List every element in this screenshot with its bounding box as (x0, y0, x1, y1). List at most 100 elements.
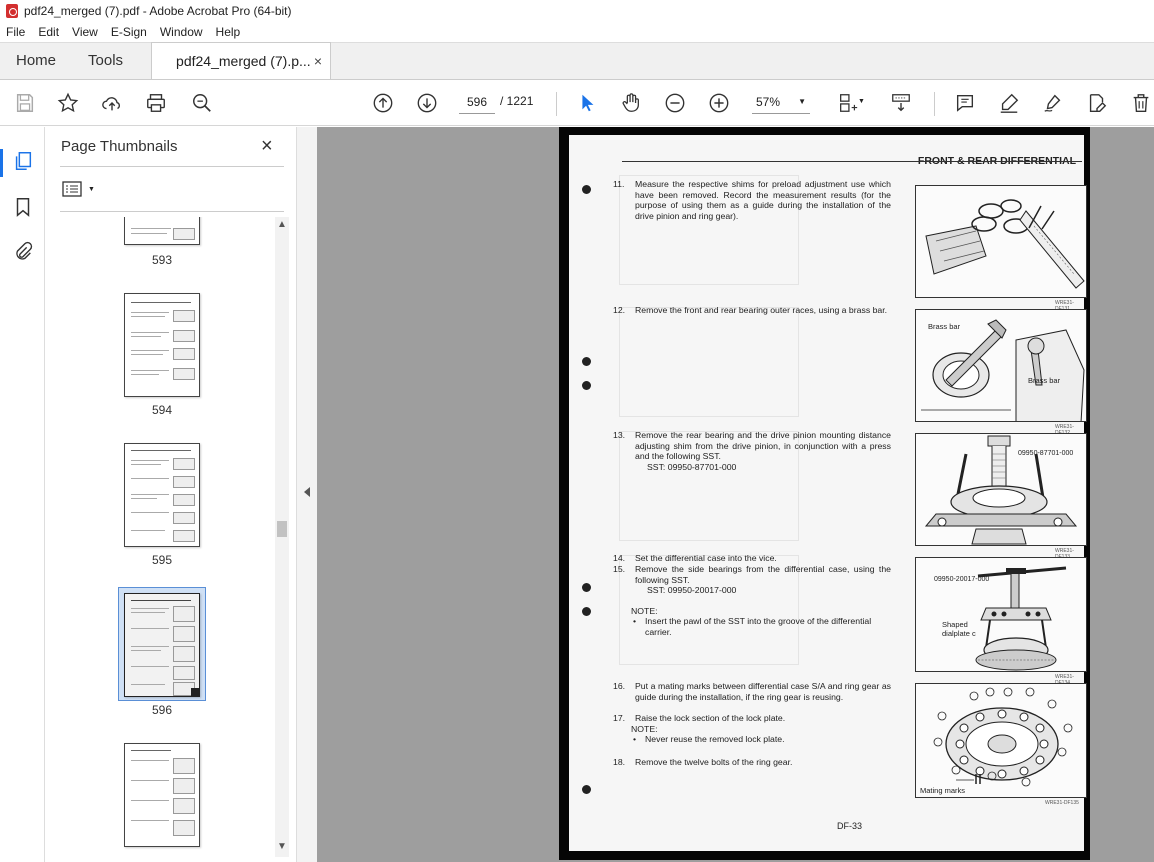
procedure-step: 13. Remove the rear bearing and the driv… (613, 430, 891, 472)
hand-tool-icon[interactable] (618, 90, 644, 116)
menu-edit[interactable]: Edit (38, 25, 59, 39)
figure-bearing-race-removal: Brass bar Brass bar (915, 309, 1087, 422)
page-display-chevron-icon[interactable]: ▼ (858, 98, 865, 105)
menu-esign[interactable]: E-Sign (111, 25, 147, 39)
figure-code: WRE31-DF135 (1045, 800, 1079, 806)
figure-label: Brass bar (928, 322, 961, 331)
comment-icon[interactable] (952, 90, 978, 116)
figure-ring-gear-bolts: Mating marks (915, 683, 1087, 798)
list-options-icon (62, 181, 82, 197)
thumbnails-scrollbar[interactable]: ▲ ▼ (275, 217, 289, 857)
binder-hole (582, 185, 591, 194)
figure-label: Shaped (942, 620, 968, 629)
procedure-step: 15. Remove the side bearings from the di… (613, 564, 891, 638)
window-titlebar: pdf24_merged (7).pdf - Adobe Acrobat Pro… (0, 0, 1154, 22)
page-total: / 1221 (500, 94, 534, 108)
thumbnail-label: 593 (151, 253, 173, 267)
figure-label: Brass bar (1028, 376, 1061, 385)
page-thumbnails-panel: Page Thumbnails × ▼ 593 594 595 596 ▲ ▼ (46, 127, 296, 862)
binder-hole (582, 381, 591, 390)
tab-tools[interactable]: Tools (72, 42, 139, 79)
figure-pinion-press: 09950-87701-000 (915, 433, 1087, 546)
panel-title: Page Thumbnails (61, 138, 178, 155)
menu-help[interactable]: Help (216, 25, 241, 39)
tab-bar: Home Tools pdf24_merged (7).p... × (0, 42, 1154, 80)
thumbnail-label: 595 (151, 553, 173, 567)
panel-divider (60, 166, 284, 167)
page-number-input[interactable]: 596 (459, 90, 495, 114)
highlight-pen-icon[interactable] (996, 90, 1022, 116)
bookmarks-icon[interactable] (11, 195, 35, 219)
zoom-out-icon[interactable] (662, 90, 688, 116)
next-page-icon[interactable] (414, 90, 440, 116)
acrobat-pdf-icon (6, 4, 18, 18)
menu-file[interactable]: File (6, 25, 25, 39)
save-icon[interactable] (12, 90, 38, 116)
figure-shim-measurement (915, 185, 1087, 298)
panel-collapse-splitter[interactable] (296, 127, 317, 862)
menu-bar: File Edit View E-Sign Window Help (0, 22, 1154, 42)
delete-trash-icon[interactable] (1128, 90, 1154, 116)
tab-close-icon[interactable]: × (314, 53, 322, 69)
bookmark-star-icon[interactable] (55, 90, 81, 116)
print-icon[interactable] (143, 90, 169, 116)
figure-side-bearing-puller: 09950-20017-000 Shaped dialplate c (915, 557, 1087, 672)
chevron-down-icon: ▼ (88, 185, 95, 193)
scrollbar-thumb[interactable] (277, 521, 287, 537)
attachments-paperclip-icon[interactable] (11, 240, 35, 264)
scanned-page: FRONT & REAR DIFFERENTIAL 11. Measure th… (569, 135, 1087, 851)
main-toolbar: 596 / 1221 57% ▼ ▼ (0, 80, 1154, 126)
binder-hole (582, 607, 591, 616)
zoom-search-icon[interactable] (189, 90, 215, 116)
scroll-down-icon[interactable]: ▼ (275, 841, 289, 855)
previous-page-icon[interactable] (370, 90, 396, 116)
figure-label: 09950-20017-000 (934, 576, 990, 583)
chevron-down-icon: ▼ (798, 97, 806, 106)
binder-hole (582, 583, 591, 592)
figure-label: 09950-87701-000 (1018, 450, 1074, 457)
thumbnails-list: 593 594 595 596 (60, 217, 272, 857)
zoom-level-value: 57% (756, 94, 781, 109)
menu-view[interactable]: View (72, 25, 98, 39)
procedure-step: 18. Remove the twelve bolts of the ring … (613, 757, 793, 767)
thumbnail-options-menu[interactable]: ▼ (62, 181, 95, 197)
thumbnail-596[interactable] (124, 593, 200, 697)
draw-sign-icon[interactable] (1040, 90, 1066, 116)
toolbar-divider (556, 92, 557, 116)
scrolling-mode-icon[interactable] (888, 90, 914, 116)
procedure-step: 12. Remove the front and rear bearing ou… (613, 305, 888, 315)
edit-pdf-icon[interactable] (1084, 90, 1110, 116)
panel-divider (60, 211, 284, 212)
collapse-arrow-icon[interactable] (304, 487, 310, 497)
select-cursor-icon[interactable] (574, 90, 600, 116)
thumbnail-593[interactable] (124, 217, 200, 245)
page-thumbnails-icon[interactable] (11, 149, 35, 173)
rail-active-indicator (0, 149, 3, 177)
scroll-up-icon[interactable]: ▲ (275, 219, 289, 233)
tab-document-label: pdf24_merged (7).p... (176, 53, 311, 69)
thumbnail-595[interactable] (124, 443, 200, 547)
navigation-rail (0, 127, 45, 862)
procedure-step: 11. Measure the respective shims for pre… (613, 179, 891, 221)
zoom-in-icon[interactable] (706, 90, 732, 116)
tab-document[interactable]: pdf24_merged (7).p... × (151, 42, 332, 79)
procedure-step: 16. Put a mating marks between different… (613, 681, 891, 702)
document-view[interactable]: FRONT & REAR DIFFERENTIAL 11. Measure th… (317, 127, 1154, 862)
header-rule (622, 161, 1082, 162)
binder-hole (582, 357, 591, 366)
binder-hole (582, 785, 591, 794)
thumbnail-label: 596 (151, 703, 173, 717)
figure-label: Mating marks (920, 786, 966, 795)
pdf-page: FRONT & REAR DIFFERENTIAL 11. Measure th… (559, 127, 1090, 860)
upload-cloud-icon[interactable] (99, 90, 125, 116)
page-footer: DF-33 (837, 821, 863, 831)
thumbnail-597[interactable] (124, 743, 200, 847)
window-title: pdf24_merged (7).pdf - Adobe Acrobat Pro… (24, 4, 292, 18)
procedure-step: 14. Set the differential case into the v… (613, 553, 777, 563)
menu-window[interactable]: Window (160, 25, 203, 39)
zoom-level-select[interactable]: 57% ▼ (752, 90, 810, 114)
thumbnail-594[interactable] (124, 293, 200, 397)
tab-home[interactable]: Home (0, 42, 72, 79)
procedure-step: 17. Raise the lock section of the lock p… (613, 713, 891, 745)
panel-close-icon[interactable]: × (261, 135, 273, 158)
